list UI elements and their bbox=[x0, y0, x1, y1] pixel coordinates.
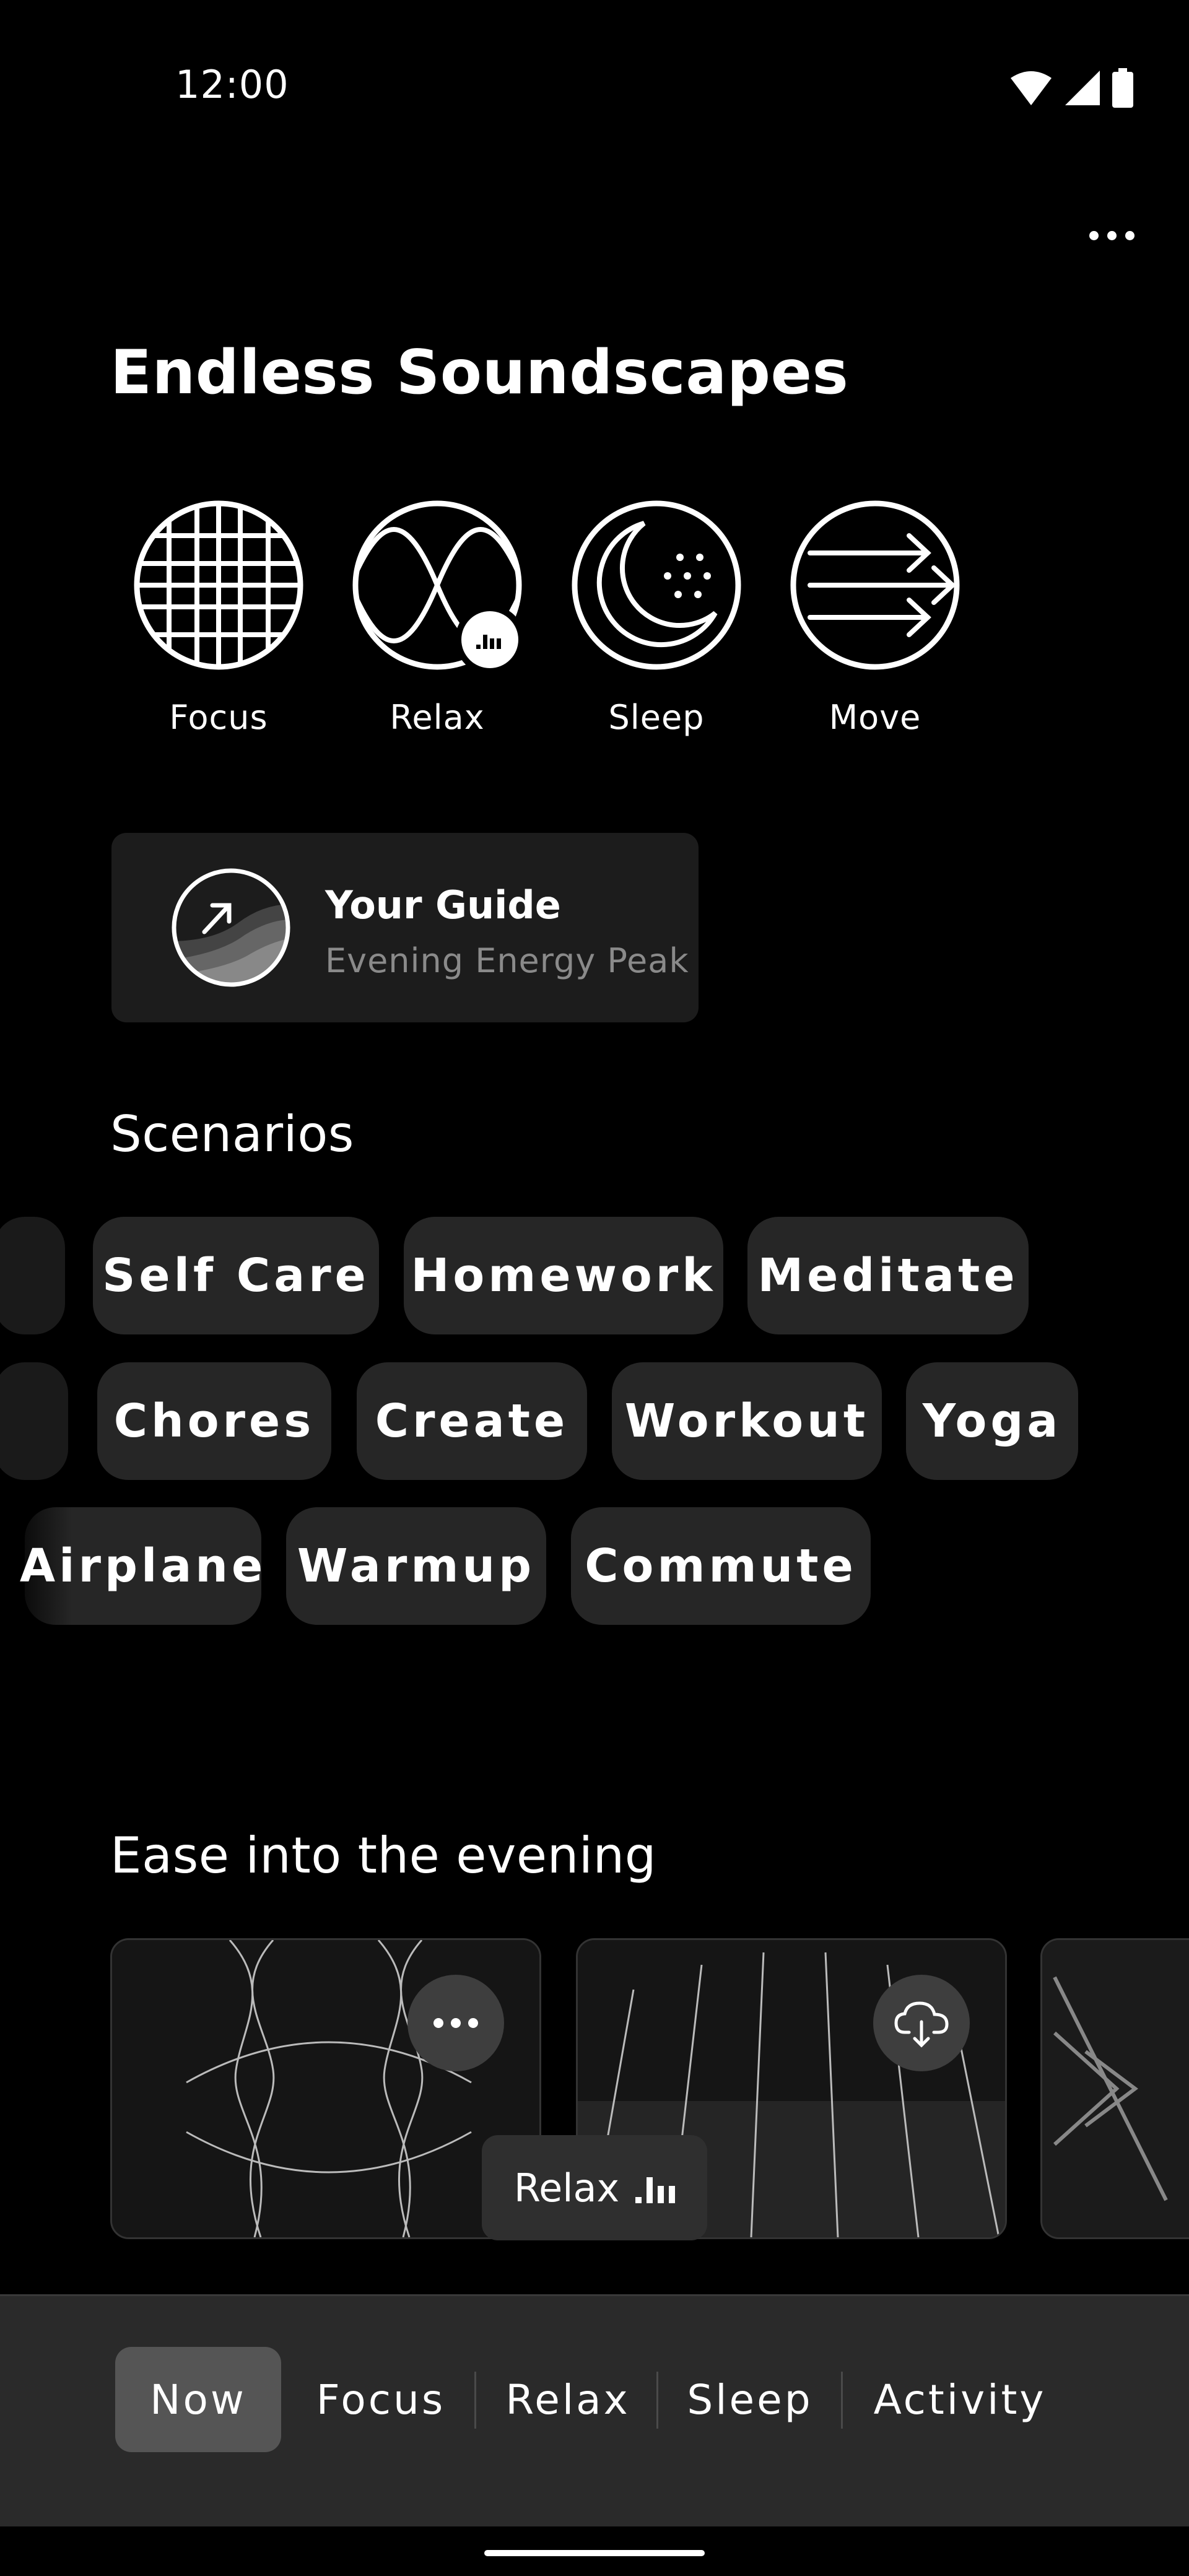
mode-focus[interactable]: Focus bbox=[132, 498, 305, 737]
arrows-icon bbox=[790, 500, 960, 670]
status-time: 12:00 bbox=[175, 62, 289, 107]
guide-subtitle: Evening Energy Peak bbox=[325, 941, 689, 980]
nav-divider bbox=[841, 2372, 843, 2429]
nav-tab-now[interactable]: Now bbox=[115, 2347, 281, 2452]
nav-tab-relax[interactable]: Relax bbox=[489, 2347, 647, 2452]
now-playing-pill[interactable]: Relax bbox=[482, 2135, 707, 2240]
status-icons bbox=[1009, 68, 1133, 108]
scenario-chip[interactable]: Workout bbox=[612, 1362, 882, 1480]
now-playing-label: Relax bbox=[513, 2165, 620, 2211]
scenarios-title: Scenarios bbox=[110, 1105, 354, 1163]
mode-move[interactable]: Move bbox=[788, 498, 962, 737]
signal-icon bbox=[1065, 71, 1100, 105]
mode-label: Focus bbox=[169, 698, 268, 737]
wave-circle-icon bbox=[352, 500, 525, 674]
soundscape-card[interactable] bbox=[110, 1938, 541, 2239]
download-cloud-icon[interactable] bbox=[873, 1975, 970, 2071]
evening-title: Ease into the evening bbox=[110, 1827, 656, 1884]
grid-sphere-icon bbox=[134, 500, 303, 670]
mode-relax[interactable]: Relax bbox=[351, 498, 525, 737]
equalizer-icon bbox=[635, 2177, 676, 2203]
mode-label: Move bbox=[829, 698, 921, 737]
nav-tab-sleep[interactable]: Sleep bbox=[669, 2347, 831, 2452]
scenario-chip[interactable]: Self Care bbox=[93, 1217, 379, 1334]
soundscape-artwork bbox=[1042, 1940, 1189, 2237]
scenario-chip[interactable]: Airplane bbox=[20, 1507, 263, 1625]
scenario-chip-partial[interactable] bbox=[0, 1217, 65, 1334]
scenario-chip[interactable]: Commute bbox=[571, 1507, 871, 1625]
soundscape-card[interactable] bbox=[1040, 1938, 1189, 2239]
nav-tab-focus[interactable]: Focus bbox=[300, 2347, 461, 2452]
scenario-chip[interactable]: Chores bbox=[97, 1362, 331, 1480]
scenario-chip-partial[interactable] bbox=[0, 1362, 68, 1480]
scenario-chip[interactable]: Homework bbox=[404, 1217, 723, 1334]
scenario-chip[interactable]: Meditate bbox=[747, 1217, 1029, 1334]
guide-title: Your Guide bbox=[325, 882, 561, 928]
energy-curve-icon bbox=[172, 868, 290, 987]
overflow-menu-icon[interactable] bbox=[1078, 211, 1146, 260]
more-options-icon[interactable] bbox=[407, 1975, 504, 2071]
moon-icon bbox=[572, 500, 741, 670]
mode-label: Relax bbox=[390, 698, 485, 737]
scenario-chip[interactable]: Yoga bbox=[906, 1362, 1078, 1480]
page-title: Endless Soundscapes bbox=[110, 337, 849, 408]
scenario-chip[interactable]: Create bbox=[357, 1362, 587, 1480]
mode-label: Sleep bbox=[608, 698, 705, 737]
home-indicator[interactable] bbox=[484, 2550, 705, 2556]
mode-sleep[interactable]: Sleep bbox=[570, 498, 743, 737]
nav-divider bbox=[474, 2372, 476, 2429]
wifi-icon bbox=[1011, 71, 1052, 105]
nav-tab-activity[interactable]: Activity bbox=[855, 2347, 1065, 2452]
battery-icon bbox=[1112, 68, 1133, 108]
scenario-chip[interactable]: Warmup bbox=[286, 1507, 546, 1625]
nav-divider bbox=[656, 2372, 658, 2429]
